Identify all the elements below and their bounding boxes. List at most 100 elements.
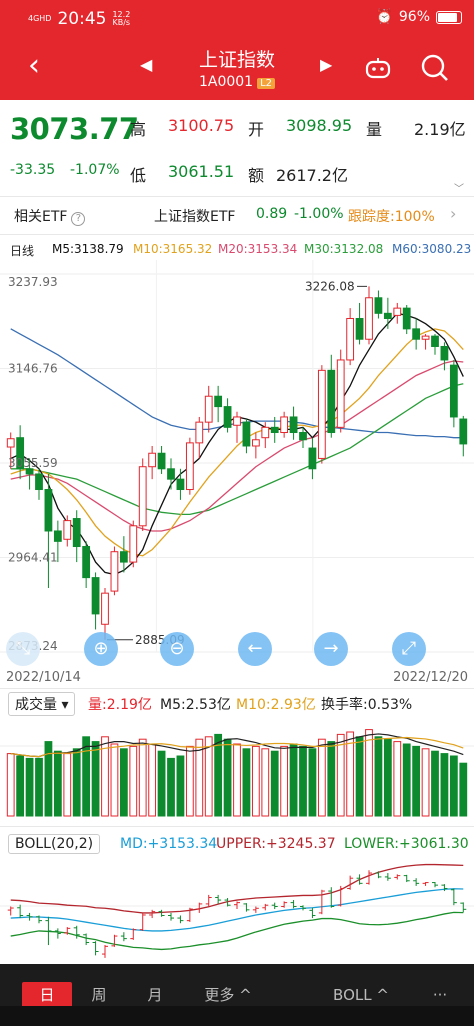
boll-header: BOLL(20,2) MD:+3153.34 UPPER:+3245.37 LO… xyxy=(0,834,474,858)
volume-bar xyxy=(138,738,147,817)
volume-bar xyxy=(214,733,223,817)
volume-bar xyxy=(82,736,91,817)
volume-bar xyxy=(72,748,81,817)
y-tick-label: 2964.41 xyxy=(8,551,58,565)
scroll-left-icon[interactable]: ← xyxy=(238,632,272,666)
clock: 20:45 xyxy=(57,9,107,29)
tab-day[interactable]: 日 xyxy=(22,982,72,1008)
candle-body xyxy=(53,530,62,542)
volume-bar xyxy=(157,750,166,817)
options-icon[interactable]: ··· xyxy=(420,982,460,1008)
volume-bar xyxy=(176,755,185,817)
ma60-legend: M60:3080.23 xyxy=(392,242,472,256)
volume-bar xyxy=(16,755,25,817)
indicator-switch[interactable]: BOLL ^ xyxy=(326,982,396,1008)
candle-body xyxy=(138,466,147,527)
last-price: 3073.77 xyxy=(10,112,139,146)
candle-body xyxy=(299,432,307,441)
candle-body xyxy=(176,478,185,491)
zoom-out-icon[interactable]: ⊖ xyxy=(160,632,194,666)
scroll-right-icon[interactable]: → xyxy=(314,632,348,666)
y-tick-label: 3237.93 xyxy=(8,275,58,289)
related-etf-row[interactable]: 相关ETF? 上证指数ETF 0.89 -1.00% 跟踪度:100% › xyxy=(0,196,474,234)
volume-bar xyxy=(365,729,373,817)
alarm-icon: ⏰ xyxy=(375,9,393,25)
end-date: 2022/12/20 xyxy=(393,670,468,685)
chart-controls: ⤡ ⊕ ⊖ ← → ⤢ xyxy=(0,632,474,668)
volume-bar xyxy=(459,762,468,817)
etf-name: 上证指数ETF xyxy=(154,209,236,225)
search-icon[interactable] xyxy=(420,53,450,83)
level2-badge[interactable]: L2 xyxy=(257,78,276,89)
ma30-legend: M30:3132.08 xyxy=(304,242,384,256)
ma10-legend: M10:3165.32 xyxy=(133,242,213,256)
assistant-robot-icon[interactable] xyxy=(364,56,392,80)
tab-more[interactable]: 更多 ^ xyxy=(198,982,258,1008)
status-bar: 4GHD 20:45 12.2 KB/s ⏰ 96% xyxy=(0,0,474,36)
volume-bar xyxy=(251,745,260,817)
candle-body xyxy=(327,369,336,434)
volume-bar xyxy=(299,745,307,817)
volume-chart[interactable] xyxy=(0,716,474,820)
tab-month[interactable]: 月 xyxy=(140,982,170,1008)
etf-chevron-icon[interactable]: › xyxy=(450,204,456,223)
boll-chart[interactable] xyxy=(0,856,474,960)
candle-body xyxy=(289,416,298,434)
volume-bar xyxy=(270,750,279,817)
stock-code: 1A0001 L2 xyxy=(0,74,474,90)
change-percent: -1.07% xyxy=(70,162,120,178)
divider xyxy=(0,234,474,235)
fullscreen-icon[interactable]: ⤢ xyxy=(392,632,426,666)
candle-body xyxy=(129,525,138,563)
volume-indicator-select[interactable]: 成交量 ▾ xyxy=(8,692,76,716)
candlestick-chart[interactable]: 3237.933146.763055.592964.412873.243226.… xyxy=(0,260,474,670)
volume-label: 量 xyxy=(366,120,383,139)
volume-bar xyxy=(289,743,298,817)
volume-bar xyxy=(119,748,128,817)
volume-bar xyxy=(374,736,383,817)
volume-bar xyxy=(63,753,72,817)
next-stock-icon[interactable]: ▶ xyxy=(320,55,332,74)
network-indicator: 4GHD xyxy=(28,14,52,23)
tracking-degree: 跟踪度:100% xyxy=(348,209,435,225)
low-value: 3061.51 xyxy=(168,162,235,181)
vol-m5: M5:2.53亿 xyxy=(160,697,231,713)
zoom-in-icon[interactable]: ⊕ xyxy=(84,632,118,666)
candle-body xyxy=(308,447,317,470)
boll-md: MD:+3153.34 xyxy=(120,836,218,852)
candle-body xyxy=(270,426,279,434)
candle-body xyxy=(119,551,128,563)
expand-chevron-icon[interactable]: ﹀ xyxy=(454,180,464,195)
volume-bar xyxy=(25,757,34,817)
boll-indicator-select[interactable]: BOLL(20,2) xyxy=(8,834,101,854)
help-icon[interactable]: ? xyxy=(71,212,86,226)
candle-body xyxy=(44,489,53,532)
volume-bar xyxy=(223,738,232,817)
lower-band-line xyxy=(10,911,464,951)
candle-body xyxy=(365,297,373,340)
high-label: 高 xyxy=(130,120,147,139)
candle-body xyxy=(185,442,194,491)
volume-bar xyxy=(35,757,43,817)
volume-bar xyxy=(185,745,194,817)
candle-body xyxy=(101,592,109,625)
turnover-rate: 换手率:0.53% xyxy=(321,697,413,713)
candle-body xyxy=(383,312,392,319)
open-label: 开 xyxy=(248,120,265,139)
volume-bar xyxy=(233,743,241,817)
tab-week[interactable]: 周 xyxy=(84,982,114,1008)
volume-bar xyxy=(449,755,458,817)
collapse-icon[interactable]: ⤡ xyxy=(6,632,40,666)
candle-body xyxy=(431,335,439,347)
boll-lower: LOWER:+3061.30 xyxy=(344,836,469,852)
volume-bar xyxy=(110,743,119,817)
candle-body xyxy=(317,369,326,459)
volume-bar xyxy=(261,748,270,817)
volume-value: 量:2.19亿 xyxy=(88,697,152,713)
etf-change: -1.00% xyxy=(294,206,344,222)
divider xyxy=(0,826,474,827)
volume-bar xyxy=(346,731,355,817)
period-label[interactable]: 日线 xyxy=(10,242,34,259)
volume-value: 2.19亿 xyxy=(414,120,466,139)
volume-bar xyxy=(431,750,439,817)
